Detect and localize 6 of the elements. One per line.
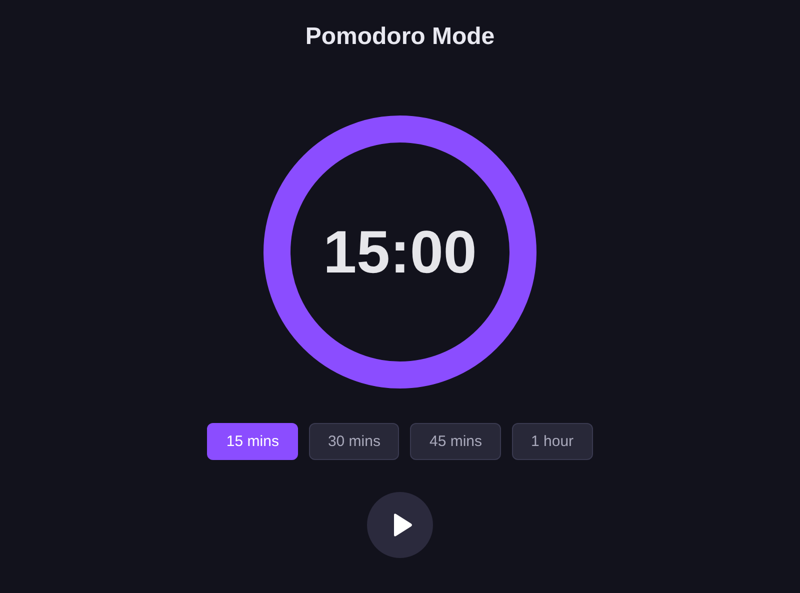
- timer-display: 15:00: [323, 218, 477, 286]
- duration-button[interactable]: 1 hour: [512, 423, 593, 460]
- duration-button[interactable]: 45 mins: [410, 423, 502, 460]
- duration-button[interactable]: 15 mins: [207, 423, 298, 460]
- duration-button[interactable]: 30 mins: [308, 423, 400, 460]
- page-title: Pomodoro Mode: [305, 22, 495, 52]
